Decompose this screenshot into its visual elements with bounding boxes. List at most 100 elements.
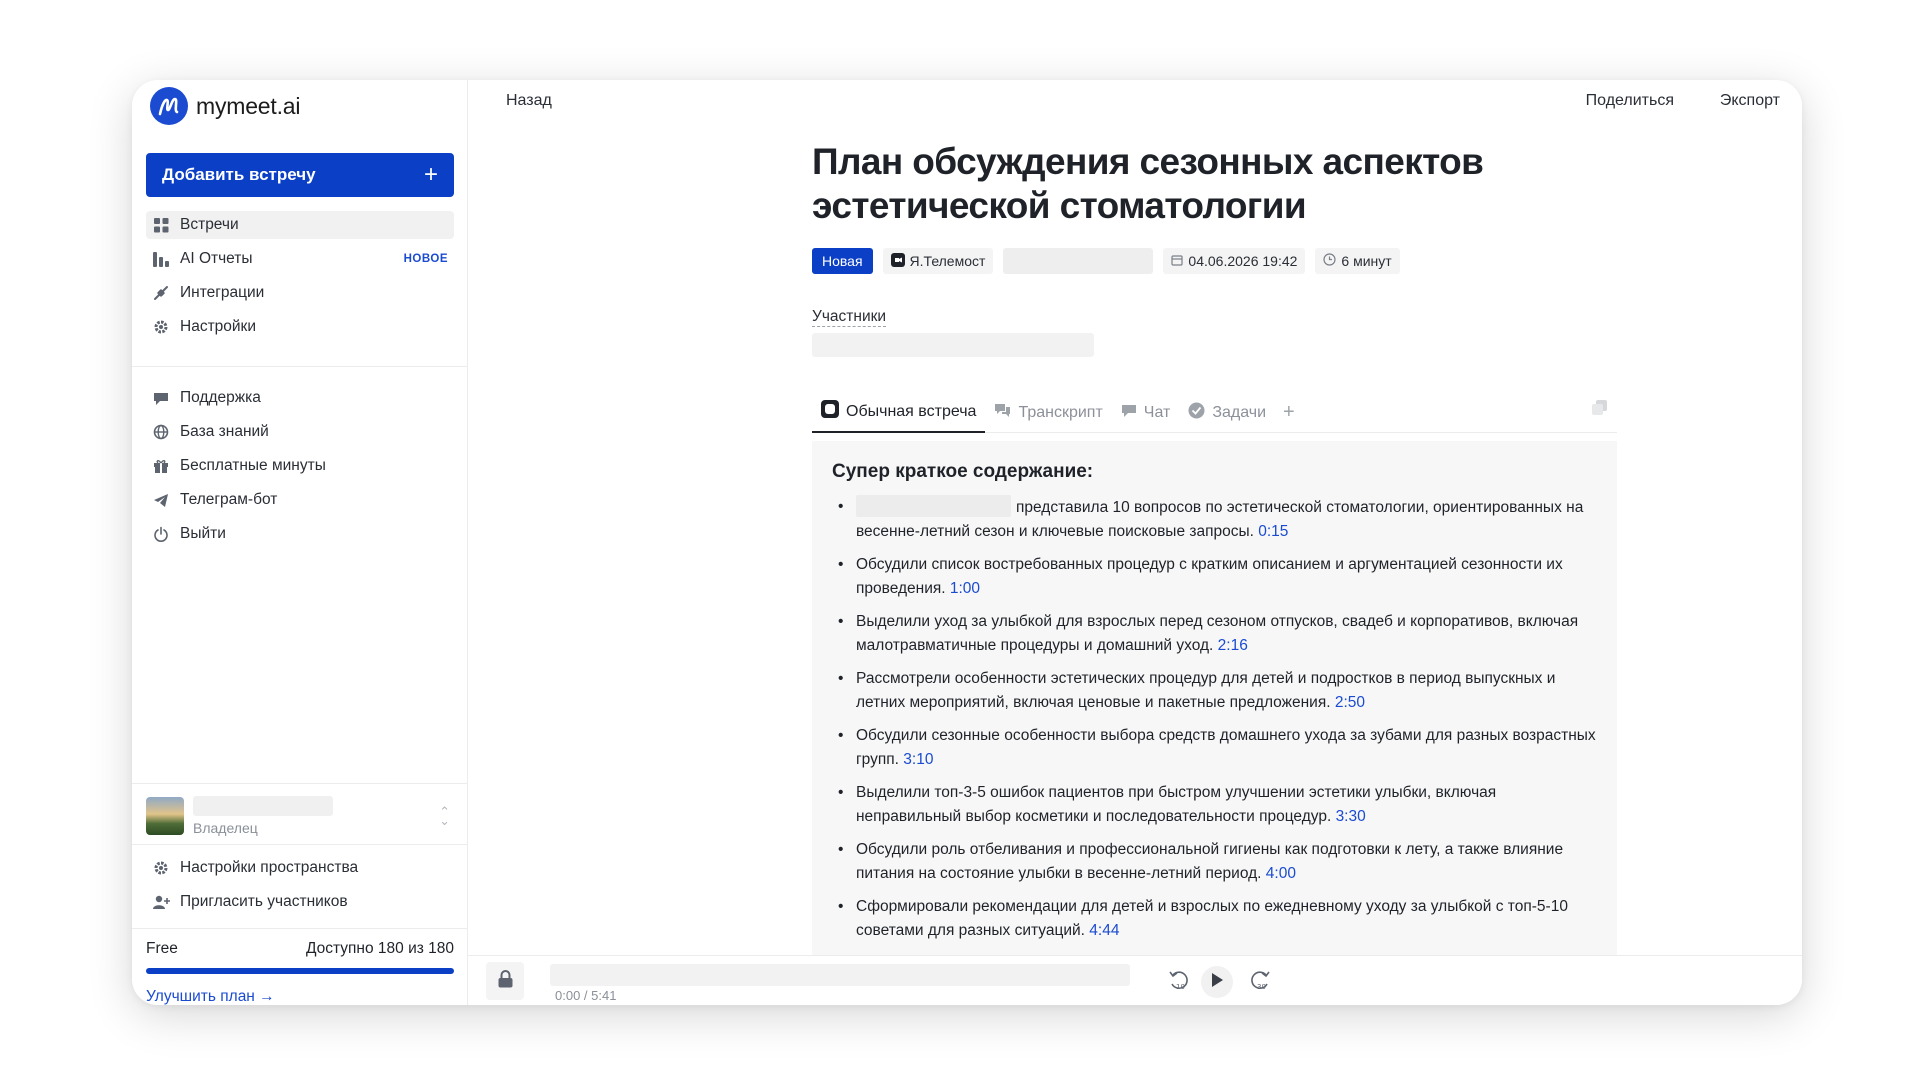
sidebar-item-label: Бесплатные минуты xyxy=(180,457,326,474)
tab-tasks[interactable]: Задачи xyxy=(1179,393,1275,433)
add-meeting-label: Добавить встречу xyxy=(162,165,316,184)
timestamp-link[interactable]: 4:44 xyxy=(1089,922,1119,939)
summary-item-text: Обсудили сезонные особенности выбора сре… xyxy=(856,727,1596,768)
main-content: Назад Поделиться Экспорт План обсуждения… xyxy=(468,80,1802,1005)
invite-members-link[interactable]: Пригласить участников xyxy=(146,888,454,916)
workspace-link-label: Настройки пространства xyxy=(180,859,359,876)
forward-seconds: 30 xyxy=(1257,983,1266,991)
playback-waveform[interactable] xyxy=(550,964,1130,986)
summary-item: Сформировали рекомендации для детей и вз… xyxy=(832,895,1597,943)
add-tab-button[interactable]: + xyxy=(1275,401,1303,424)
profile-role: Владелец xyxy=(193,820,258,836)
user-name-redacted xyxy=(193,796,333,816)
power-icon xyxy=(152,525,170,543)
sidebar-item-integrations[interactable]: Интеграции xyxy=(146,279,454,307)
rewind-button[interactable]: 10 xyxy=(1163,966,1195,998)
redacted-name xyxy=(856,495,1011,517)
summary-item: представила 10 вопросов по эстетической … xyxy=(832,495,1597,544)
timestamp-link[interactable]: 0:15 xyxy=(1258,523,1288,540)
timestamp-link[interactable]: 1:00 xyxy=(950,580,980,597)
sidebar-item-label: AI Отчеты xyxy=(180,250,253,267)
sidebar-item-label: Интеграции xyxy=(180,284,265,301)
sidebar-item-knowledge-base[interactable]: База знаний xyxy=(146,418,454,446)
tab-regular-meeting[interactable]: Обычная встреча xyxy=(812,393,986,433)
gift-icon xyxy=(152,457,170,475)
rewind-10-icon: 10 xyxy=(1167,969,1191,996)
play-icon xyxy=(1211,972,1223,992)
participants-label[interactable]: Участники xyxy=(812,308,887,327)
sidebar-item-telegram-bot[interactable]: Телеграм-бот xyxy=(146,486,454,514)
timestamp-link[interactable]: 3:10 xyxy=(903,751,933,768)
duration-chip: 6 минут xyxy=(1315,248,1400,274)
status-badge[interactable]: Новая xyxy=(812,248,873,274)
secondary-nav: Поддержка База знаний Бесплатные минуты … xyxy=(146,384,454,554)
avatar xyxy=(146,797,184,835)
plan-name: Free xyxy=(146,940,178,957)
meeting-tabs: Обычная встреча Транскрипт Чат Задачи + xyxy=(812,393,1617,433)
rewind-seconds: 10 xyxy=(1176,983,1185,991)
add-meeting-button[interactable]: Добавить встречу + xyxy=(146,153,454,197)
timestamp-link[interactable]: 2:50 xyxy=(1335,694,1365,711)
summary-item: Выделили топ-3-5 ошибок пациентов при бы… xyxy=(832,781,1597,829)
export-button[interactable]: Экспорт xyxy=(1720,92,1780,110)
summary-list: представила 10 вопросов по эстетической … xyxy=(832,495,1597,971)
sidebar-item-label: Поддержка xyxy=(180,389,261,406)
workspace-settings-link[interactable]: Настройки пространства xyxy=(146,854,454,882)
sidebar-item-free-minutes[interactable]: Бесплатные минуты xyxy=(146,452,454,480)
main-nav: Встречи AI Отчеты НОВОЕ Интеграции Настр… xyxy=(146,211,454,347)
square-icon xyxy=(821,400,839,423)
sidebar-item-support[interactable]: Поддержка xyxy=(146,384,454,412)
summary-heading: Супер краткое содержание: xyxy=(832,461,1094,482)
timestamp-link[interactable]: 2:16 xyxy=(1218,637,1248,654)
quote-icon xyxy=(994,402,1011,423)
play-button[interactable] xyxy=(1201,966,1233,998)
summary-item: Выделили уход за улыбкой для взрослых пе… xyxy=(832,610,1597,658)
tab-chat[interactable]: Чат xyxy=(1112,393,1180,433)
workspace-link-label: Пригласить участников xyxy=(180,893,348,910)
chevron-updown-icon[interactable]: ⌃ ⌄ xyxy=(439,805,450,827)
date-chip: 04.06.2026 19:42 xyxy=(1163,248,1306,274)
sidebar-item-label: Выйти xyxy=(180,525,226,542)
sidebar-divider xyxy=(132,928,468,929)
participants-redacted xyxy=(812,333,1094,357)
summary-item-text: Обсудили роль отбеливания и профессионал… xyxy=(856,841,1564,882)
platform-name: Я.Телемост xyxy=(909,253,986,269)
meeting-view: План обсуждения сезонных аспектов эстети… xyxy=(812,140,1617,971)
add-user-icon xyxy=(152,893,170,911)
lock-button[interactable] xyxy=(486,962,524,1000)
chat-icon xyxy=(152,389,170,407)
back-link[interactable]: Назад xyxy=(506,92,552,110)
summary-panel: Супер краткое содержание: представила 10… xyxy=(812,441,1617,971)
plug-icon xyxy=(152,284,170,302)
sidebar-item-label: Настройки xyxy=(180,318,257,335)
logo-text: mymeet.ai xyxy=(196,92,301,119)
sidebar-item-ai-reports[interactable]: AI Отчеты НОВОЕ xyxy=(146,245,454,273)
forward-button[interactable]: 30 xyxy=(1244,966,1276,998)
grid-icon xyxy=(152,216,170,234)
tab-label: Транскрипт xyxy=(1018,403,1103,421)
logo[interactable]: mymeet.ai xyxy=(150,86,300,126)
summary-item-text: Сформировали рекомендации для детей и вз… xyxy=(856,898,1568,939)
timestamp-link[interactable]: 3:30 xyxy=(1336,808,1366,825)
sidebar-item-label: Телеграм-бот xyxy=(180,491,278,508)
summary-item-text: Рассмотрели особенности эстетических про… xyxy=(856,670,1556,711)
share-button[interactable]: Поделиться xyxy=(1586,92,1674,110)
upgrade-plan-link[interactable]: Улучшить план → xyxy=(146,988,454,1005)
tab-transcript[interactable]: Транскрипт xyxy=(985,393,1111,433)
plan-panel: Free Доступно 180 из 180 Улучшить план → xyxy=(146,940,454,1005)
playback-time: 0:00 / 5:41 xyxy=(555,988,617,1003)
timestamp-link[interactable]: 4:00 xyxy=(1266,865,1296,882)
sidebar-item-meetings[interactable]: Встречи xyxy=(146,211,454,239)
lock-icon xyxy=(498,969,513,993)
summary-item: Рассмотрели особенности эстетических про… xyxy=(832,667,1597,715)
copy-icon[interactable] xyxy=(1592,400,1607,420)
audio-player: 0:00 / 5:41 10 30 xyxy=(468,955,1802,1005)
meeting-datetime: 04.06.2026 19:42 xyxy=(1188,253,1298,269)
sidebar-item-logout[interactable]: Выйти xyxy=(146,520,454,548)
page-title: План обсуждения сезонных аспектов эстети… xyxy=(812,141,1484,226)
workspace-profile[interactable]: Владелец ⌃ ⌄ xyxy=(146,794,454,838)
sidebar-item-settings[interactable]: Настройки xyxy=(146,313,454,341)
check-circle-icon xyxy=(1188,402,1205,424)
tab-label: Задачи xyxy=(1212,403,1267,421)
sidebar: mymeet.ai Добавить встречу + Встречи AI … xyxy=(132,80,468,1005)
